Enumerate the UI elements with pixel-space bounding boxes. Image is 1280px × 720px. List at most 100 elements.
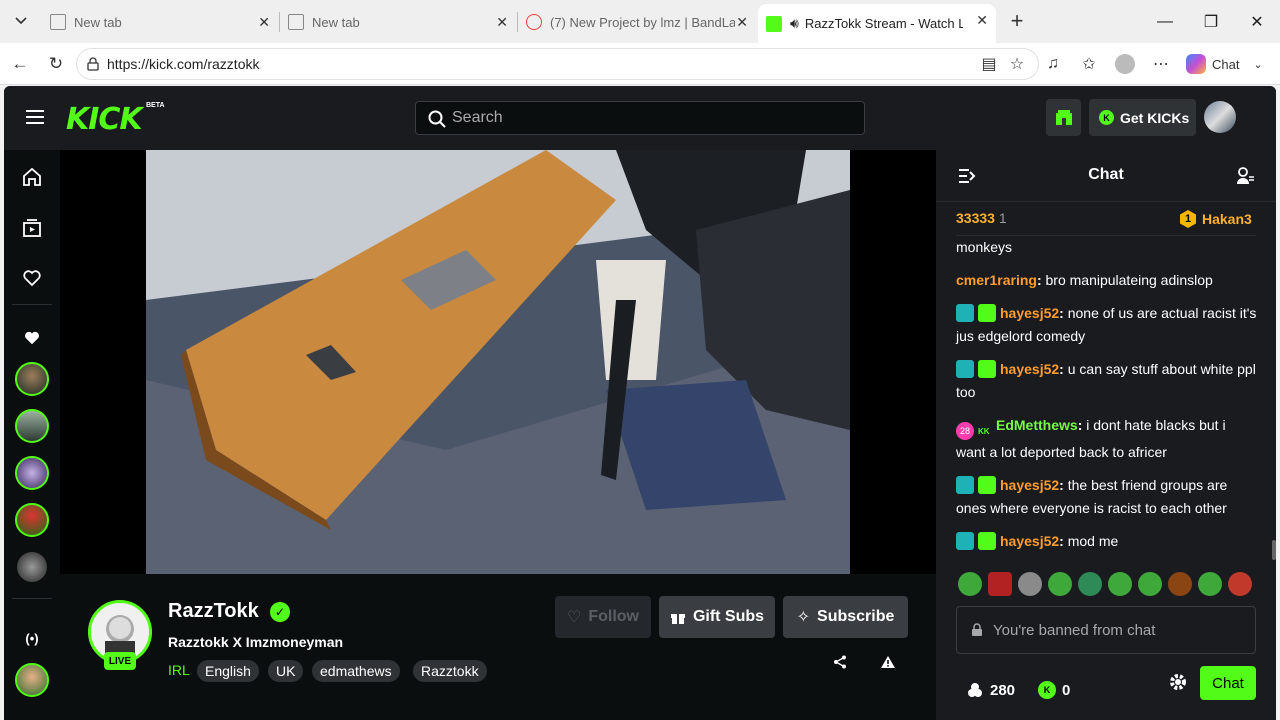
emote-icon[interactable] (1138, 572, 1162, 596)
close-tab-icon[interactable]: ✕ (976, 12, 988, 29)
chat-message: hayesj52: none of us are actual racist i… (956, 304, 1257, 344)
followed-channel-avatar[interactable] (15, 456, 49, 490)
menu-icon[interactable] (26, 110, 44, 124)
store-button[interactable] (1046, 99, 1081, 136)
page-icon (288, 14, 304, 30)
get-kicks-button[interactable]: K Get KICKs (1089, 99, 1196, 136)
following-heart-icon[interactable] (20, 266, 44, 290)
kicks-balance[interactable]: K 0 (1038, 678, 1070, 702)
emote-icon[interactable] (1228, 572, 1252, 596)
message-text: monkeys (956, 239, 1013, 255)
follow-button[interactable]: ♡ Follow (555, 596, 651, 638)
followed-channel-avatar[interactable] (15, 362, 49, 396)
emote-icon[interactable] (1168, 572, 1192, 596)
chat-username[interactable]: cmer1raring (956, 272, 1037, 288)
tab-title: RazzTokk Stream - Watch Live (804, 16, 963, 31)
kick-logo[interactable]: KICK (66, 102, 143, 137)
share-icon[interactable] (830, 652, 850, 672)
tab-new-tab-2[interactable]: New tab ✕ (280, 6, 516, 38)
browse-icon[interactable] (20, 216, 44, 240)
favorites-icon[interactable]: ✩ (1078, 53, 1100, 75)
gift-subs-button[interactable]: Gift Subs (659, 596, 775, 638)
user-avatar[interactable] (1204, 101, 1236, 133)
tab-title: New tab (74, 14, 122, 30)
home-icon[interactable] (20, 165, 44, 189)
back-button[interactable]: ← (7, 51, 33, 77)
emote-icon[interactable] (988, 572, 1012, 596)
new-tab-button[interactable]: + (1004, 8, 1030, 34)
chat-settings-icon[interactable] (1168, 672, 1188, 697)
tab-new-tab-1[interactable]: New tab ✕ (42, 6, 278, 38)
emote-icon[interactable] (1108, 572, 1132, 596)
subscribe-button[interactable]: ✧ Subscribe (783, 596, 908, 638)
chat-username[interactable]: hayesj52 (1000, 305, 1059, 321)
emote-icon[interactable] (1048, 572, 1072, 596)
search-input[interactable]: Search (415, 101, 865, 135)
leaderboard-bar: 33333 1 1 Hakan3 (956, 210, 1256, 236)
subscriber-badge-icon (978, 304, 996, 322)
close-tab-icon[interactable]: ✕ (496, 14, 508, 31)
tab-razztokk[interactable]: 🔊︎ RazzTokk Stream - Watch Live ✕ (758, 4, 996, 43)
emote-icon[interactable] (958, 572, 982, 596)
restore-button[interactable]: ❐ (1188, 0, 1234, 43)
video-player[interactable] (146, 150, 850, 574)
emote-icon[interactable] (1078, 572, 1102, 596)
media-control-icon[interactable]: ♫ (1042, 53, 1064, 75)
subscriber-badge-icon (978, 360, 996, 378)
chat-username[interactable]: hayesj52 (1000, 533, 1059, 549)
chat-username[interactable]: EdMetthews (996, 417, 1078, 433)
chat-scrollbar[interactable] (1272, 540, 1276, 560)
leaderboard-user[interactable]: Hakan3 (1202, 211, 1252, 227)
minimize-button[interactable]: — (1142, 0, 1188, 43)
tab-title: (7) New Project by lmz | BandLab (550, 14, 735, 30)
lock-icon (87, 57, 99, 71)
live-badge: LIVE (104, 652, 136, 670)
channel-name[interactable]: RazzTokk (168, 600, 259, 623)
tag-razztokk[interactable]: Razztokk (413, 660, 487, 682)
live-channels-icon[interactable]: (•) (20, 626, 44, 650)
subscribe-label: Subscribe (817, 608, 895, 625)
channel-points[interactable]: 280 (966, 678, 1015, 702)
store-icon (1055, 109, 1072, 125)
chat-input[interactable]: You're banned from chat (956, 606, 1256, 654)
url-field[interactable]: https://kick.com/razztokk (76, 48, 1039, 80)
chat-username[interactable]: hayesj52 (1000, 477, 1059, 493)
search-icon (428, 110, 446, 128)
tab-actions-button[interactable] (8, 8, 34, 34)
chat-message: monkeys (956, 236, 1258, 259)
chevron-down-icon (15, 17, 27, 25)
category-link[interactable]: IRL (168, 662, 190, 678)
copilot-chat-label: Chat (1212, 56, 1240, 72)
tag-english[interactable]: English (197, 660, 259, 682)
close-window-button[interactable]: ✕ (1234, 0, 1280, 43)
subscriber-badge-icon (978, 532, 996, 550)
report-warning-icon[interactable] (878, 652, 898, 672)
tag-edmathews[interactable]: edmathews (312, 660, 400, 682)
chat-message: 28 KK EdMetthews: i dont hate blacks but i… (956, 417, 1226, 460)
close-tab-icon[interactable]: ✕ (258, 14, 270, 31)
tab-bandlab[interactable]: (7) New Project by lmz | BandLab ✕ (518, 6, 756, 38)
speaker-icon[interactable]: 🔊︎ (790, 15, 799, 32)
leaderboard-count: 1 (998, 210, 1007, 226)
emote-icon[interactable] (1198, 572, 1222, 596)
reader-view-icon[interactable]: ▤ (978, 53, 1000, 75)
refresh-button[interactable]: ↻ (43, 51, 69, 77)
emote-icon[interactable] (1018, 572, 1042, 596)
followed-channel-avatar[interactable] (15, 503, 49, 537)
chat-header: Chat (936, 150, 1276, 202)
followed-channel-avatar[interactable] (15, 409, 49, 443)
close-tab-icon[interactable]: ✕ (736, 14, 748, 31)
more-menu-icon[interactable]: ⋯ (1150, 53, 1172, 75)
search-placeholder: Search (452, 109, 503, 126)
recommended-channel-avatar[interactable] (15, 663, 49, 697)
og-badge-icon (956, 360, 974, 378)
copilot-chat-button[interactable]: Chat ⌄ (1186, 51, 1263, 77)
favorite-star-icon[interactable]: ☆ (1006, 53, 1028, 75)
send-chat-button[interactable]: Chat (1200, 666, 1256, 700)
chat-messages: monkeys cmer1raring: bro manipulateing a… (956, 236, 1258, 563)
followed-channel-avatar[interactable] (15, 550, 49, 584)
chat-username[interactable]: hayesj52 (1000, 361, 1059, 377)
tag-uk[interactable]: UK (268, 660, 304, 682)
profile-icon[interactable] (1114, 53, 1136, 75)
chat-users-icon[interactable] (1236, 167, 1254, 190)
